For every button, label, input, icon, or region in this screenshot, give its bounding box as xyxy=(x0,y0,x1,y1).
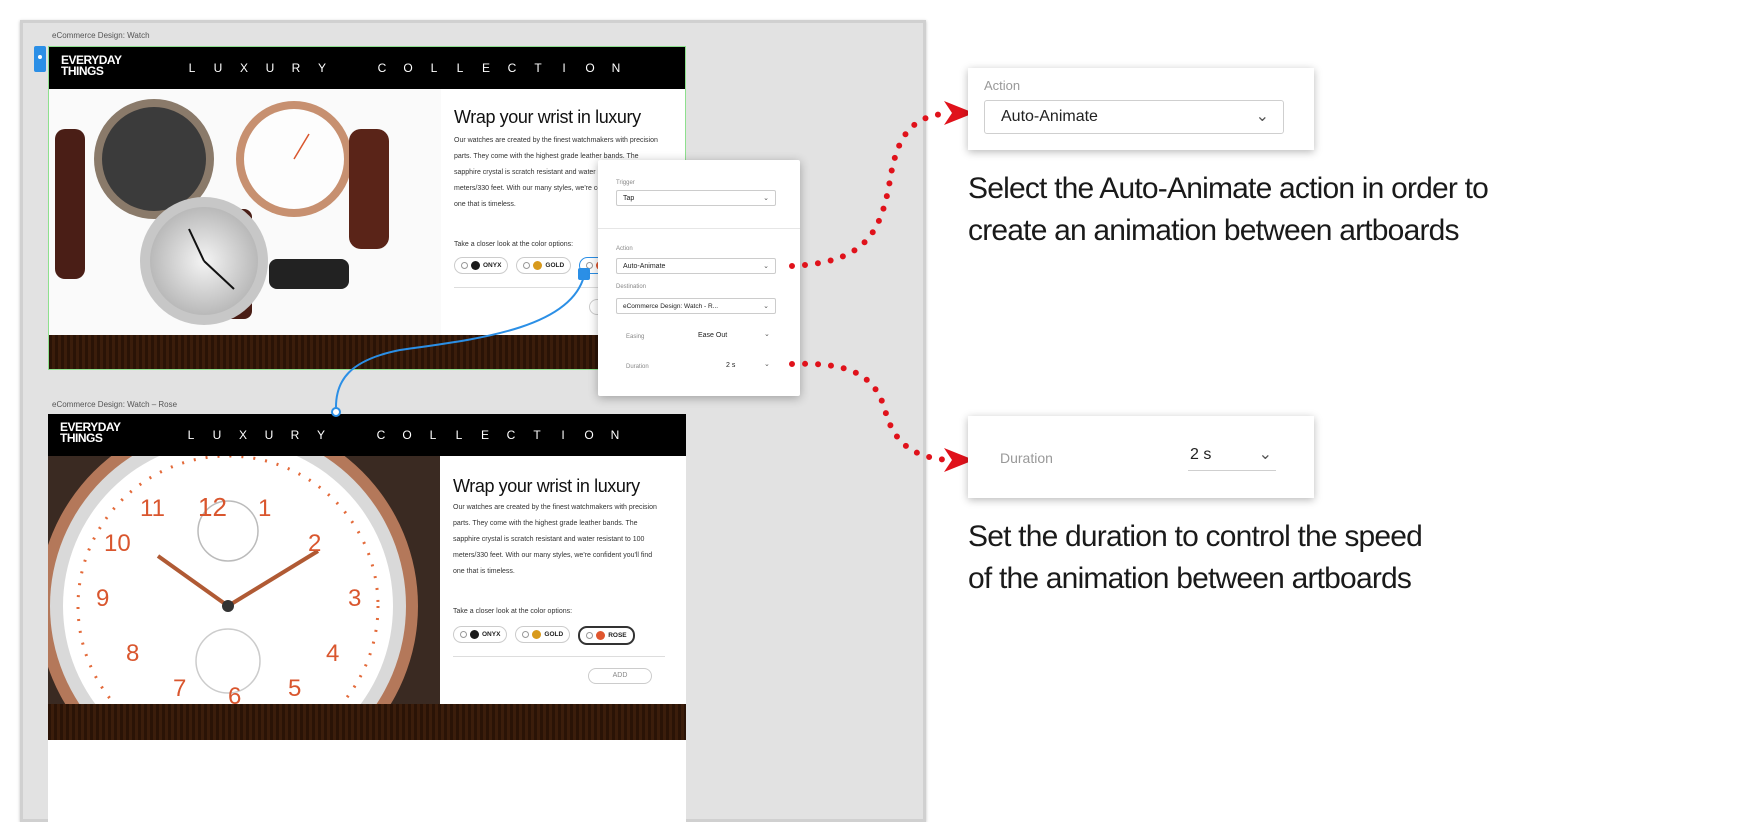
home-artboard-icon[interactable] xyxy=(34,46,46,72)
trigger-select[interactable]: Tap ⌄ xyxy=(616,190,776,206)
artboard-watch-rose[interactable]: EVERYDAY THINGS LUXURY COLLECTION 12 2 3 … xyxy=(48,414,686,822)
svg-text:11: 11 xyxy=(140,495,165,522)
action-select[interactable]: Auto-Animate ⌄ xyxy=(616,258,776,274)
svg-text:2: 2 xyxy=(308,530,321,557)
svg-text:6: 6 xyxy=(228,683,241,704)
svg-text:1: 1 xyxy=(258,495,271,522)
swatch-prompt: Take a closer look at the color options: xyxy=(453,608,573,615)
artboard-label: eCommerce Design: Watch – Rose xyxy=(52,400,178,409)
product-title: Wrap your wrist in luxury xyxy=(454,107,641,127)
wire-handle-icon[interactable] xyxy=(578,268,590,280)
chevron-down-icon: ⌄ xyxy=(1255,108,1269,125)
site-footer xyxy=(48,704,686,740)
action-caption: Select the Auto-Animate action in order … xyxy=(968,172,1489,247)
artboard-watch[interactable]: EVERYDAY THINGS LUXURY COLLECTION Wrap yo… xyxy=(48,46,686,370)
action-callout: Action Auto-Animate ⌄ xyxy=(968,68,1314,150)
svg-text:3: 3 xyxy=(348,585,361,612)
product-title: Wrap your wrist in luxury xyxy=(453,476,640,496)
trigger-label: Trigger xyxy=(616,180,635,186)
wire-target-icon[interactable] xyxy=(331,407,341,417)
easing-label: Easing xyxy=(626,334,645,340)
svg-text:8: 8 xyxy=(126,640,139,667)
swatch-gold[interactable]: GOLD xyxy=(516,257,572,274)
banner-text: LUXURY COLLECTION xyxy=(188,61,621,75)
destination-select[interactable]: eCommerce Design: Watch - R... ⌄ xyxy=(616,298,776,314)
chevron-down-icon: ⌄ xyxy=(763,263,769,270)
swatch-gold[interactable]: GOLD xyxy=(515,626,571,643)
chevron-down-icon: ⌄ xyxy=(763,195,769,202)
svg-text:12: 12 xyxy=(198,492,227,522)
action-callout-select[interactable]: Auto-Animate ⌄ xyxy=(984,100,1284,134)
logo: EVERYDAY THINGS xyxy=(60,420,121,445)
action-label: Action xyxy=(616,246,633,252)
divider xyxy=(453,656,665,657)
svg-text:9: 9 xyxy=(96,585,109,612)
swatch-onyx[interactable]: ONYX xyxy=(453,626,508,643)
svg-text:10: 10 xyxy=(104,530,131,557)
duration-callout-select[interactable]: 2 s ⌄ xyxy=(1188,444,1276,471)
interaction-panel: Trigger Tap ⌄ Action Auto-Animate ⌄ Destin… xyxy=(598,160,800,396)
chevron-down-icon: ⌄ xyxy=(763,303,769,310)
add-button[interactable]: ADD xyxy=(588,668,652,684)
watches-image xyxy=(49,89,441,335)
duration-caption: Set the duration to control the speed of… xyxy=(968,520,1423,595)
panel-divider xyxy=(598,228,800,229)
swatch-prompt: Take a closer look at the color options: xyxy=(454,241,574,248)
banner-text: LUXURY COLLECTION xyxy=(187,428,620,442)
svg-text:7: 7 xyxy=(173,675,186,702)
duration-callout: Duration 2 s ⌄ xyxy=(968,416,1314,498)
product-description: Our watches are created by the finest wa… xyxy=(453,504,657,575)
chevron-down-icon: ⌄ xyxy=(1258,446,1272,463)
site-footer xyxy=(49,335,685,369)
destination-label: Destination xyxy=(616,284,647,290)
color-swatches: ONYX GOLD ROSE xyxy=(453,626,635,645)
action-callout-label: Action xyxy=(984,78,1021,93)
rose-watch-image: 12 2 3 4 5 6 7 8 9 10 11 1 xyxy=(48,456,440,704)
easing-select[interactable]: Ease Out xyxy=(698,332,727,339)
svg-text:5: 5 xyxy=(288,675,301,702)
duration-label: Duration xyxy=(626,364,649,370)
swatch-rose-selected[interactable]: ROSE xyxy=(578,626,635,645)
site-header: EVERYDAY THINGS LUXURY COLLECTION xyxy=(49,47,685,89)
artboard-label: eCommerce Design: Watch xyxy=(52,31,150,40)
swatch-onyx[interactable]: ONYX xyxy=(454,257,509,274)
duration-callout-label: Duration xyxy=(1000,450,1053,466)
chevron-down-icon: ⌄ xyxy=(764,361,770,368)
logo: EVERYDAY THINGS xyxy=(61,53,122,78)
site-header: EVERYDAY THINGS LUXURY COLLECTION xyxy=(48,414,686,456)
duration-select[interactable]: 2 s xyxy=(726,362,735,369)
svg-text:4: 4 xyxy=(326,640,339,667)
chevron-down-icon: ⌄ xyxy=(764,331,770,338)
